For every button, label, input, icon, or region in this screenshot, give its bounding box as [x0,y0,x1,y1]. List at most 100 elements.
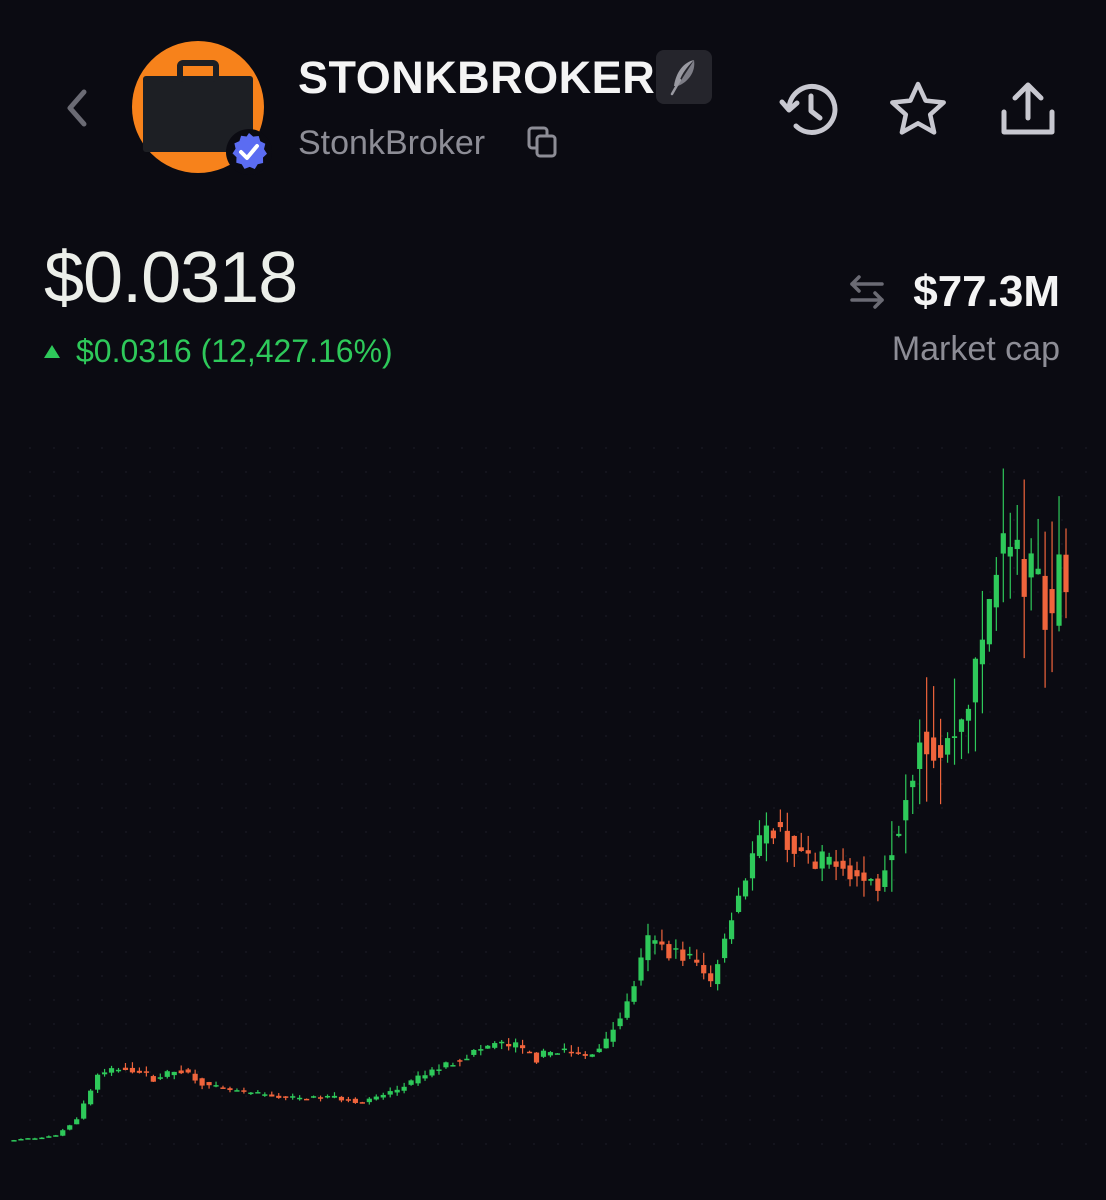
grid-dot [461,759,463,761]
candle-body [220,1087,226,1089]
grid-dot [221,687,223,689]
grid-dot [869,1071,871,1073]
grid-dot [101,711,103,713]
grid-dot [917,471,919,473]
grid-dot [365,711,367,713]
grid-dot [1013,1143,1015,1145]
grid-dot [941,831,943,833]
grid-dot [509,447,511,449]
grid-dot [677,783,679,785]
grid-dot [293,663,295,665]
grid-dot [629,1095,631,1097]
grid-dot [557,807,559,809]
grid-dot [149,735,151,737]
grid-dot [389,615,391,617]
price-chart[interactable] [0,400,1106,1200]
grid-dot [941,543,943,545]
grid-dot [797,783,799,785]
candle-body [39,1137,45,1140]
back-chevron-icon[interactable] [58,84,98,132]
grid-dot [845,855,847,857]
grid-dot [1013,447,1015,449]
grid-dot [581,495,583,497]
grid-dot [173,447,175,449]
grid-dot [221,1143,223,1145]
grid-dot [197,975,199,977]
grid-dot [989,519,991,521]
grid-dot [245,927,247,929]
grid-dot [557,1047,559,1049]
grid-dot [1061,951,1063,953]
grid-dot [653,1023,655,1025]
grid-dot [1085,807,1087,809]
quill-icon[interactable] [656,50,712,104]
grid-dot [1013,567,1015,569]
grid-dot [989,975,991,977]
candle-body [122,1067,129,1071]
grid-dot [965,807,967,809]
history-icon[interactable] [778,78,842,142]
grid-dot [629,495,631,497]
grid-dot [893,1095,895,1097]
grid-dot [797,591,799,593]
grid-dot [605,975,607,977]
grid-dot [173,471,175,473]
grid-dot [269,735,271,737]
grid-dot [605,1119,607,1121]
grid-dot [197,543,199,545]
candle-body [603,1038,609,1049]
grid-dot [581,447,583,449]
grid-dot [77,975,79,977]
grid-dot [749,519,751,521]
grid-dot [533,567,535,569]
grid-dot [677,927,679,929]
grid-dot [317,1143,319,1145]
grid-dot [653,1071,655,1073]
grid-dot [869,1047,871,1049]
grid-dot [797,879,799,881]
grid-dot [749,999,751,1001]
candle-body [255,1092,261,1094]
grid-dot [317,495,319,497]
grid-dot [245,1119,247,1121]
grid-dot [437,1119,439,1121]
grid-dot [581,927,583,929]
grid-dot [557,831,559,833]
grid-dot [413,783,415,785]
star-icon[interactable] [886,78,950,142]
grid-dot [1061,1143,1063,1145]
grid-dot [773,1119,775,1121]
copy-icon[interactable] [526,124,560,162]
grid-dot [989,735,991,737]
grid-dot [77,519,79,521]
grid-dot [701,783,703,785]
grid-dot [893,495,895,497]
share-icon[interactable] [996,78,1060,142]
grid-dot [77,855,79,857]
grid-dot [269,831,271,833]
grid-dot [605,639,607,641]
candle-body [317,1097,324,1099]
grid-dot [893,999,895,1001]
grid-dot [437,543,439,545]
grid-dot [677,567,679,569]
grid-dot [917,831,919,833]
grid-dot [821,999,823,1001]
grid-dot [317,471,319,473]
grid-dot [1037,1047,1039,1049]
candle-body [164,1071,170,1077]
grid-dot [485,999,487,1001]
grid-dot [293,783,295,785]
grid-dot [125,759,127,761]
grid-dot [485,1071,487,1073]
grid-dot [245,879,247,881]
grid-dot [821,615,823,617]
grid-dot [245,471,247,473]
grid-dot [485,759,487,761]
grid-dot [941,591,943,593]
candle-body [394,1089,400,1093]
swap-arrows-icon[interactable] [846,272,888,312]
grid-dot [53,567,55,569]
grid-dot [701,807,703,809]
grid-dot [509,879,511,881]
